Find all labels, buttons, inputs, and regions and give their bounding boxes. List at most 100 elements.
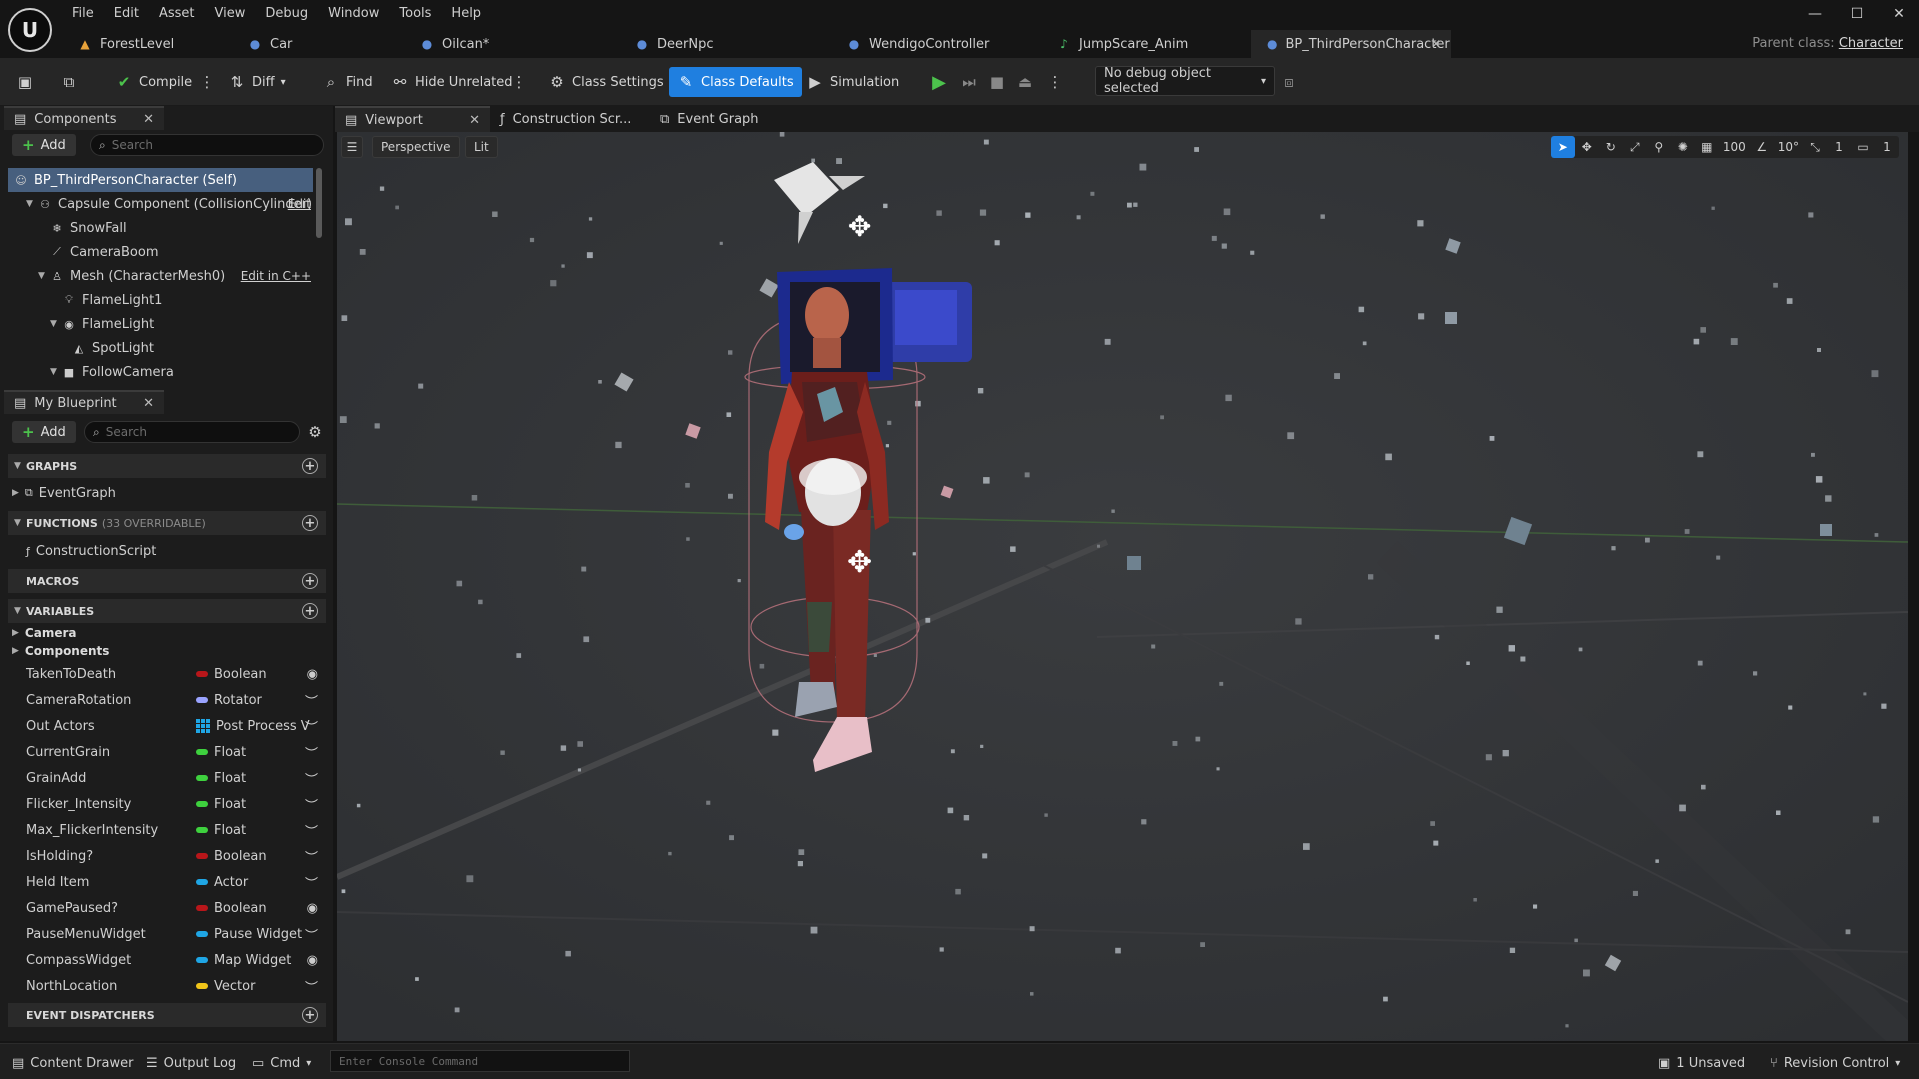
step-button[interactable]: ⏭ [960,67,978,97]
tab-construction-script[interactable]: ƒ Construction Scr... [490,106,650,132]
surface-snapping-icon[interactable]: ⚲ [1647,136,1671,158]
eye-closed-icon[interactable]: ︶ [305,847,318,866]
variable-row[interactable]: Flicker_Intensity Float ︶ [8,791,326,817]
variable-type[interactable]: Float [196,797,246,812]
variable-type[interactable]: Rotator [196,693,262,708]
add-member-button[interactable]: + Add [12,421,76,443]
variable-row[interactable]: CameraRotation Rotator ︶ [8,687,326,713]
add-function-icon[interactable]: + [302,515,318,531]
eye-closed-icon[interactable]: ︶ [305,795,318,814]
macros-section[interactable]: MACROS + [8,569,326,593]
browse-button[interactable]: ⧉ [60,67,78,97]
menu-view[interactable]: View [205,4,256,26]
unsaved-button[interactable]: ▣ 1 Unsaved [1658,1053,1745,1073]
variable-row[interactable]: NorthLocation Vector ︶ [8,973,326,999]
tab-viewport[interactable]: ▤ Viewport ✕ [335,106,490,132]
tab-wendigocontroller[interactable]: ● WendigoController [831,30,1041,58]
diff-button[interactable]: ⇅ Diff ▾ [228,67,286,97]
menu-tools[interactable]: Tools [389,4,441,26]
add-macro-icon[interactable]: + [302,573,318,589]
cmd-select[interactable]: ▭ Cmd ▾ [252,1053,311,1073]
output-log-button[interactable]: ☰ Output Log [146,1053,236,1073]
expand-icon[interactable]: ▼ [38,271,50,281]
console-input[interactable]: Enter Console Command [330,1050,630,1072]
tab-forestlevel[interactable]: ▲ ForestLevel [62,30,232,58]
eye-closed-icon[interactable]: ︶ [305,977,318,996]
menu-debug[interactable]: Debug [255,4,318,26]
component-cameraboom[interactable]: ⟋ CameraBoom [8,240,313,264]
scale-tool-icon[interactable]: ⤢ [1623,136,1647,158]
variable-row[interactable]: GrainAdd Float ︶ [8,765,326,791]
edit-in-cpp-link[interactable]: Edit in C++ [241,269,311,283]
components-scrollbar[interactable] [316,168,322,238]
camera-speed-value[interactable]: 1 [1875,136,1899,158]
rotate-tool-icon[interactable]: ↻ [1599,136,1623,158]
close-window-button[interactable]: ✕ [1889,6,1909,22]
translate-tool-icon[interactable]: ✥ [1575,136,1599,158]
variable-row[interactable]: TakenToDeath Boolean ◉ [8,661,326,687]
expand-icon[interactable]: ▼ [26,199,38,209]
simulation-button[interactable]: ▶ Simulation [806,67,899,97]
angle-snap-value[interactable]: 10° [1774,136,1803,158]
variable-row[interactable]: Held Item Actor ︶ [8,869,326,895]
add-variable-icon[interactable]: + [302,603,318,619]
variable-category-components[interactable]: ▶ Components [12,642,109,660]
component-mesh[interactable]: ▼ ♙ Mesh (CharacterMesh0) Edit in C++ [8,264,313,288]
variable-row[interactable]: GamePaused? Boolean ◉ [8,895,326,921]
close-icon[interactable]: ✕ [469,113,480,128]
angle-snap-icon[interactable]: ∠ [1750,136,1774,158]
gear-icon[interactable]: ⚙ [306,423,324,441]
debug-filter-button[interactable]: ⧈ [1280,67,1298,97]
variables-section[interactable]: ▼ VARIABLES + [8,599,326,623]
variable-type[interactable]: Boolean [196,667,267,682]
variable-type[interactable]: Float [196,771,246,786]
variable-row[interactable]: CurrentGrain Float ︶ [8,739,326,765]
component-spotlight[interactable]: ◭ SpotLight [8,336,313,360]
component-self[interactable]: ☺ BP_ThirdPersonCharacter (Self) [8,168,313,192]
variable-type[interactable]: Post Process V [196,719,310,734]
variable-type[interactable]: Pause Widget [196,927,302,942]
edit-link[interactable]: Edit [288,197,311,211]
add-graph-icon[interactable]: + [302,458,318,474]
save-button[interactable]: ▣ [16,67,34,97]
unreal-logo-icon[interactable]: U [8,8,52,52]
variable-row[interactable]: CompassWidget Map Widget ◉ [8,947,326,973]
revision-control-button[interactable]: ⑂ Revision Control ▾ [1770,1053,1900,1073]
expand-icon[interactable]: ▼ [50,367,62,377]
eye-closed-icon[interactable]: ︶ [305,743,318,762]
viewport-menu-button[interactable]: ☰ [341,136,363,158]
variable-type[interactable]: Actor [196,875,248,890]
camera-speed-icon[interactable]: ▭ [1851,136,1875,158]
maximize-button[interactable]: ☐ [1847,6,1867,22]
viewport-3d[interactable]: ✥ ✥ [337,132,1908,1041]
lit-button[interactable]: Lit [465,136,498,158]
hide-unrelated-options-button[interactable]: ⋮ [510,67,528,97]
functions-section[interactable]: ▼ FUNCTIONS (33 OVERRIDABLE) + [8,511,326,535]
variable-type[interactable]: Boolean [196,849,267,864]
tab-bp-thirdpersoncharacter[interactable]: ● BP_ThirdPersonCharacter ✕ [1251,30,1451,58]
variable-row[interactable]: Out Actors Post Process V ︶ [8,713,326,739]
menu-edit[interactable]: Edit [104,4,149,26]
stop-button[interactable]: ■ [988,67,1006,97]
variable-type[interactable]: Float [196,823,246,838]
tab-deernpc[interactable]: ● DeerNpc [619,30,831,58]
eye-open-icon[interactable]: ◉ [307,901,318,916]
variable-row[interactable]: PauseMenuWidget Pause Widget ︶ [8,921,326,947]
variable-type[interactable]: Vector [196,979,255,994]
select-tool-icon[interactable]: ➤ [1550,136,1575,158]
tab-oilcan[interactable]: ● Oilcan* [404,30,619,58]
component-capsule[interactable]: ▼ ⚇ Capsule Component (CollisionCylinder… [8,192,313,216]
eye-closed-icon[interactable]: ︶ [305,769,318,788]
variable-type[interactable]: Float [196,745,246,760]
eye-closed-icon[interactable]: ︶ [305,925,318,944]
menu-help[interactable]: Help [441,4,491,26]
class-defaults-button[interactable]: ✎ Class Defaults [669,67,802,97]
hide-unrelated-button[interactable]: ⚯ Hide Unrelated [391,67,513,97]
event-dispatchers-section[interactable]: EVENT DISPATCHERS + [8,1003,326,1027]
component-flamelight1[interactable]: 💡︎ FlameLight1 [8,288,313,312]
debug-object-select[interactable]: No debug object selected ▾ [1095,66,1275,96]
eye-closed-icon[interactable]: ︶ [305,821,318,840]
close-icon[interactable]: ✕ [143,396,154,411]
menu-asset[interactable]: Asset [149,4,205,26]
eye-open-icon[interactable]: ◉ [307,667,318,682]
